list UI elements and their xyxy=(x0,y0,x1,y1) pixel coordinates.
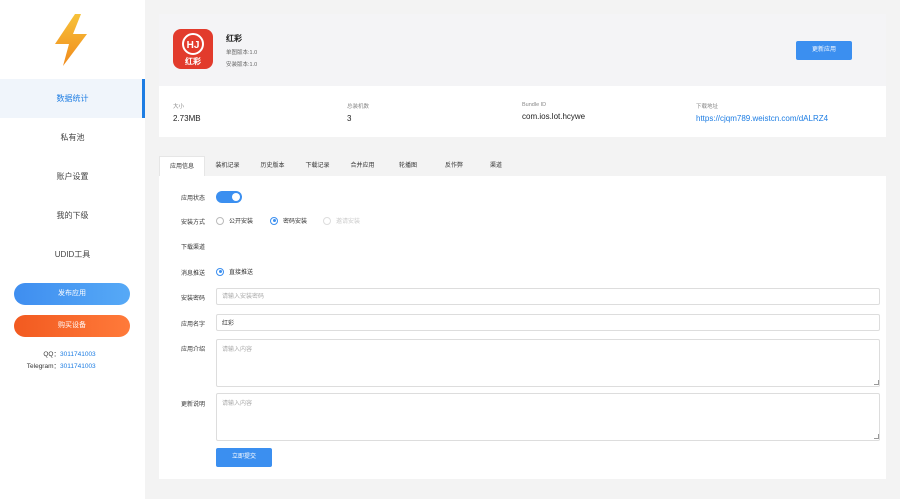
tab-merge-app[interactable]: 合并应用 xyxy=(340,156,385,176)
single-version: 单图版本:1.0 xyxy=(226,50,258,56)
app-icon-text: 红彩 xyxy=(185,57,201,66)
stat-label: Bundle ID xyxy=(522,102,547,108)
sidebar: 数据统计 私有池 账户设置 我的下级 UDID工具 发布应用 购买设备 QQ：3… xyxy=(0,0,145,499)
stat-label: 总装机数 xyxy=(347,104,370,110)
tab-download-records[interactable]: 下载记录 xyxy=(295,156,340,176)
radio-dot xyxy=(270,216,278,225)
buy-device-button[interactable]: 购买设备 xyxy=(14,315,130,337)
app-name-label: 应用名字 xyxy=(181,322,206,328)
sidebar-item-private-pool[interactable]: 私有池 xyxy=(0,118,145,157)
update-app-button[interactable]: 更新应用 xyxy=(796,41,852,60)
tab-anti-cheat[interactable]: 反作弊 xyxy=(431,156,477,176)
stat-value: 2.73MB xyxy=(173,114,201,123)
tab-channel[interactable]: 渠道 xyxy=(477,156,515,176)
qq-value[interactable]: 3011741003 xyxy=(60,351,96,358)
telegram-label: Telegram： xyxy=(26,363,60,370)
telegram-contact: Telegram：3011741003 xyxy=(0,360,145,370)
app-name-input[interactable] xyxy=(216,314,880,331)
radio-password-install[interactable]: 密码安装 xyxy=(270,216,307,225)
app-name: 红彩 xyxy=(226,34,242,43)
stat-value: com.ios.lot.hcywe xyxy=(522,112,586,121)
download-channel-label: 下载渠道 xyxy=(181,245,206,251)
qq-contact: QQ：3011741003 xyxy=(0,348,145,358)
password-input[interactable] xyxy=(216,288,880,305)
resize-handle-icon[interactable] xyxy=(874,434,879,439)
update-note-textarea[interactable] xyxy=(216,393,880,441)
radio-label: 密码安装 xyxy=(283,219,308,225)
tab-history-versions[interactable]: 历史版本 xyxy=(250,156,295,176)
app-header: HJ 红彩 红彩 单图版本:1.0 安装版本:1.0 更新应用 xyxy=(159,14,886,86)
app-info-form: 应用状态 安装方式 公开安装 密码安装 邀请安装 下载渠道 消息推送 直接推送 … xyxy=(159,176,886,479)
radio-label: 公开安装 xyxy=(229,219,254,225)
stat-label: 大小 xyxy=(173,104,185,110)
radio-dot xyxy=(216,267,224,276)
radio-dot xyxy=(323,216,331,225)
stat-install-count: 总装机数 3 xyxy=(347,102,369,123)
radio-invite-install[interactable]: 邀请安装 xyxy=(323,216,360,225)
stat-bundle-id: Bundle ID com.ios.lot.hcywe xyxy=(522,102,585,121)
app-summary-card: HJ 红彩 红彩 单图版本:1.0 安装版本:1.0 更新应用 大小 2.73M… xyxy=(159,14,886,137)
sidebar-item-account-settings[interactable]: 账户设置 xyxy=(0,157,145,196)
publish-app-button[interactable]: 发布应用 xyxy=(14,283,130,305)
qq-label: QQ： xyxy=(43,351,60,358)
tab-carousel[interactable]: 轮播图 xyxy=(385,156,431,176)
install-version: 安装版本:1.0 xyxy=(226,62,258,68)
lightning-bolt-icon[interactable] xyxy=(51,14,91,66)
stat-size: 大小 2.73MB xyxy=(173,102,201,123)
install-method-label: 安装方式 xyxy=(181,220,206,226)
stat-download-url: 下载地址 https://cjqm789.weistcn.com/dALRZ4 xyxy=(696,102,828,123)
stat-label: 下载地址 xyxy=(696,104,719,110)
intro-textarea[interactable] xyxy=(216,339,880,387)
svg-text:HJ: HJ xyxy=(187,40,200,51)
sidebar-item-subordinates[interactable]: 我的下级 xyxy=(0,196,145,235)
submit-button[interactable]: 立即提交 xyxy=(216,448,272,467)
tab-app-info[interactable]: 应用信息 xyxy=(159,156,205,176)
telegram-value[interactable]: 3011741003 xyxy=(60,363,96,370)
tab-install-records[interactable]: 装机记录 xyxy=(205,156,250,176)
radio-public-install[interactable]: 公开安装 xyxy=(216,216,253,225)
resize-handle-icon[interactable] xyxy=(874,380,879,385)
download-url-link[interactable]: https://cjqm789.weistcn.com/dALRZ4 xyxy=(696,114,828,123)
app-icon: HJ 红彩 xyxy=(173,29,213,69)
radio-label: 直接推送 xyxy=(229,270,254,276)
password-label: 安装密码 xyxy=(181,296,206,302)
update-note-label: 更新说明 xyxy=(181,402,206,408)
sidebar-nav: 数据统计 私有池 账户设置 我的下级 UDID工具 xyxy=(0,79,145,274)
status-label: 应用状态 xyxy=(181,196,206,202)
intro-label: 应用介绍 xyxy=(181,347,206,353)
sidebar-item-stats[interactable]: 数据统计 xyxy=(0,79,145,118)
sidebar-item-udid-tool[interactable]: UDID工具 xyxy=(0,235,145,274)
radio-direct-push[interactable]: 直接推送 xyxy=(216,267,253,276)
status-toggle[interactable] xyxy=(216,191,242,203)
radio-label: 邀请安装 xyxy=(336,219,361,225)
stat-value: 3 xyxy=(347,114,352,123)
push-label: 消息推送 xyxy=(181,271,206,277)
tab-bar: 应用信息 装机记录 历史版本 下载记录 合并应用 轮播图 反作弊 渠道 xyxy=(159,156,515,176)
radio-dot xyxy=(216,216,224,225)
